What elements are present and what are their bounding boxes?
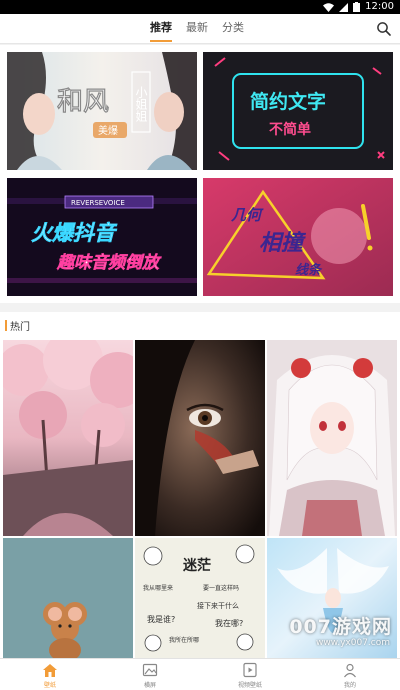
meme-line-1: 我从哪里来 bbox=[143, 584, 173, 592]
meme-sticker-image: 迷茫 我从哪里来 要一直这样吗 接下来干什么 我是谁? 我在哪? 我所在所哪 bbox=[135, 538, 265, 658]
meme-line-2: 要一直这样吗 bbox=[203, 584, 239, 592]
section-accent-bar bbox=[5, 320, 7, 331]
bottom-nav-wallpaper[interactable]: 壁纸 bbox=[0, 659, 100, 690]
bottom-nav-mine-label: 我的 bbox=[343, 682, 356, 689]
watermark-logo: 007游戏网 bbox=[289, 616, 392, 638]
meme-title: 迷茫 bbox=[182, 557, 211, 574]
meme-line-5: 我在哪? bbox=[215, 618, 243, 628]
featured-wafu-line2: 小姐姐 bbox=[134, 86, 148, 122]
featured-reverse-line2: 趣味音频倒放 bbox=[56, 253, 162, 273]
battery-icon bbox=[353, 2, 361, 12]
tab-category[interactable]: 分类 bbox=[222, 14, 244, 44]
featured-geometry-line3: 线条 bbox=[295, 262, 323, 278]
featured-card-wafu[interactable]: 和风 小姐姐 美爆 bbox=[7, 52, 197, 170]
signal-icon bbox=[339, 2, 349, 12]
featured-geometry-line1: 几何 bbox=[231, 206, 264, 224]
featured-reverse-image: REVERSEVOICE 火爆抖音 趣味音频倒放 bbox=[7, 178, 197, 296]
tab-recommended[interactable]: 推荐 bbox=[150, 14, 172, 44]
bottom-nav-mine[interactable]: 我的 bbox=[300, 659, 400, 690]
meme-line-3: 接下来干什么 bbox=[197, 601, 239, 610]
cherry-blossom-image bbox=[3, 340, 133, 536]
hot-item-cartoon-mouse[interactable] bbox=[3, 538, 133, 658]
bottom-nav-wallpaper-label: 壁纸 bbox=[43, 682, 56, 689]
featured-wafu-line1: 和风 bbox=[57, 87, 109, 117]
bottom-nav-video[interactable]: 视频壁纸 bbox=[200, 659, 300, 690]
top-nav: 推荐 最新 分类 bbox=[0, 14, 400, 44]
bottom-nav-landscape[interactable]: 横屏 bbox=[100, 659, 200, 690]
user-icon bbox=[344, 663, 356, 678]
wifi-icon bbox=[323, 2, 335, 12]
bottom-nav-landscape-label: 横屏 bbox=[143, 682, 156, 689]
hot-section-header: 热门 bbox=[0, 312, 400, 338]
featured-card-geometry[interactable]: 几何 相撞 线条 bbox=[203, 178, 393, 296]
meme-line-4: 我是谁? bbox=[147, 614, 175, 624]
featured-geometry-image: 几何 相撞 线条 bbox=[203, 178, 393, 296]
hot-grid: 迷茫 我从哪里来 要一直这样吗 接下来干什么 我是谁? 我在哪? 我所在所哪 bbox=[0, 338, 400, 658]
anime-girl-image bbox=[267, 340, 397, 536]
featured-wafu-badge: 美爆 bbox=[98, 124, 118, 137]
status-bar: 12:00 bbox=[0, 0, 400, 14]
watermark-url: www.yx007.com bbox=[315, 638, 390, 648]
search-icon[interactable] bbox=[376, 21, 392, 37]
app-screen: 12:00 推荐 最新 分类 和风 小姐姐 美爆 简约文字 不简单 REVERS… bbox=[0, 0, 400, 690]
featured-text-line2: 不简单 bbox=[269, 121, 311, 138]
tab-bar: 推荐 最新 分类 bbox=[150, 14, 244, 44]
status-icons: 12:00 bbox=[323, 1, 394, 13]
featured-text-line1: 简约文字 bbox=[250, 90, 326, 113]
featured-card-reverse[interactable]: REVERSEVOICE 火爆抖音 趣味音频倒放 bbox=[7, 178, 197, 296]
featured-geometry-line2: 相撞 bbox=[259, 230, 307, 256]
home-icon bbox=[43, 664, 57, 677]
tab-latest[interactable]: 最新 bbox=[186, 14, 208, 44]
bottom-nav-video-label: 视频壁纸 bbox=[237, 682, 262, 689]
featured-wafu-image: 和风 小姐姐 美爆 bbox=[7, 52, 197, 170]
featured-reverse-line1: 火爆抖音 bbox=[31, 221, 118, 245]
cartoon-mouse-image bbox=[3, 538, 133, 658]
status-time: 12:00 bbox=[365, 1, 394, 12]
featured-grid: 和风 小姐姐 美爆 简约文字 不简单 REVERSEVOICE 火爆抖音 趣味音… bbox=[0, 45, 400, 303]
bottom-nav: 壁纸 横屏 视频壁纸 我的 bbox=[0, 658, 400, 690]
image-icon bbox=[142, 663, 158, 677]
portrait-image bbox=[135, 340, 265, 536]
hot-item-cherry-blossom[interactable] bbox=[3, 340, 133, 536]
hot-item-meme-sticker[interactable]: 迷茫 我从哪里来 要一直这样吗 接下来干什么 我是谁? 我在哪? 我所在所哪 bbox=[135, 538, 265, 658]
meme-line-6: 我所在所哪 bbox=[169, 636, 199, 644]
hot-section-title: 热门 bbox=[10, 322, 30, 333]
hot-item-portrait[interactable] bbox=[135, 340, 265, 536]
video-icon bbox=[243, 662, 257, 678]
featured-card-text[interactable]: 简约文字 不简单 bbox=[203, 52, 393, 170]
featured-text-image: 简约文字 不简单 bbox=[203, 52, 393, 170]
hot-item-anime-girl[interactable] bbox=[267, 340, 397, 536]
featured-reverse-tag: REVERSEVOICE bbox=[71, 199, 125, 207]
